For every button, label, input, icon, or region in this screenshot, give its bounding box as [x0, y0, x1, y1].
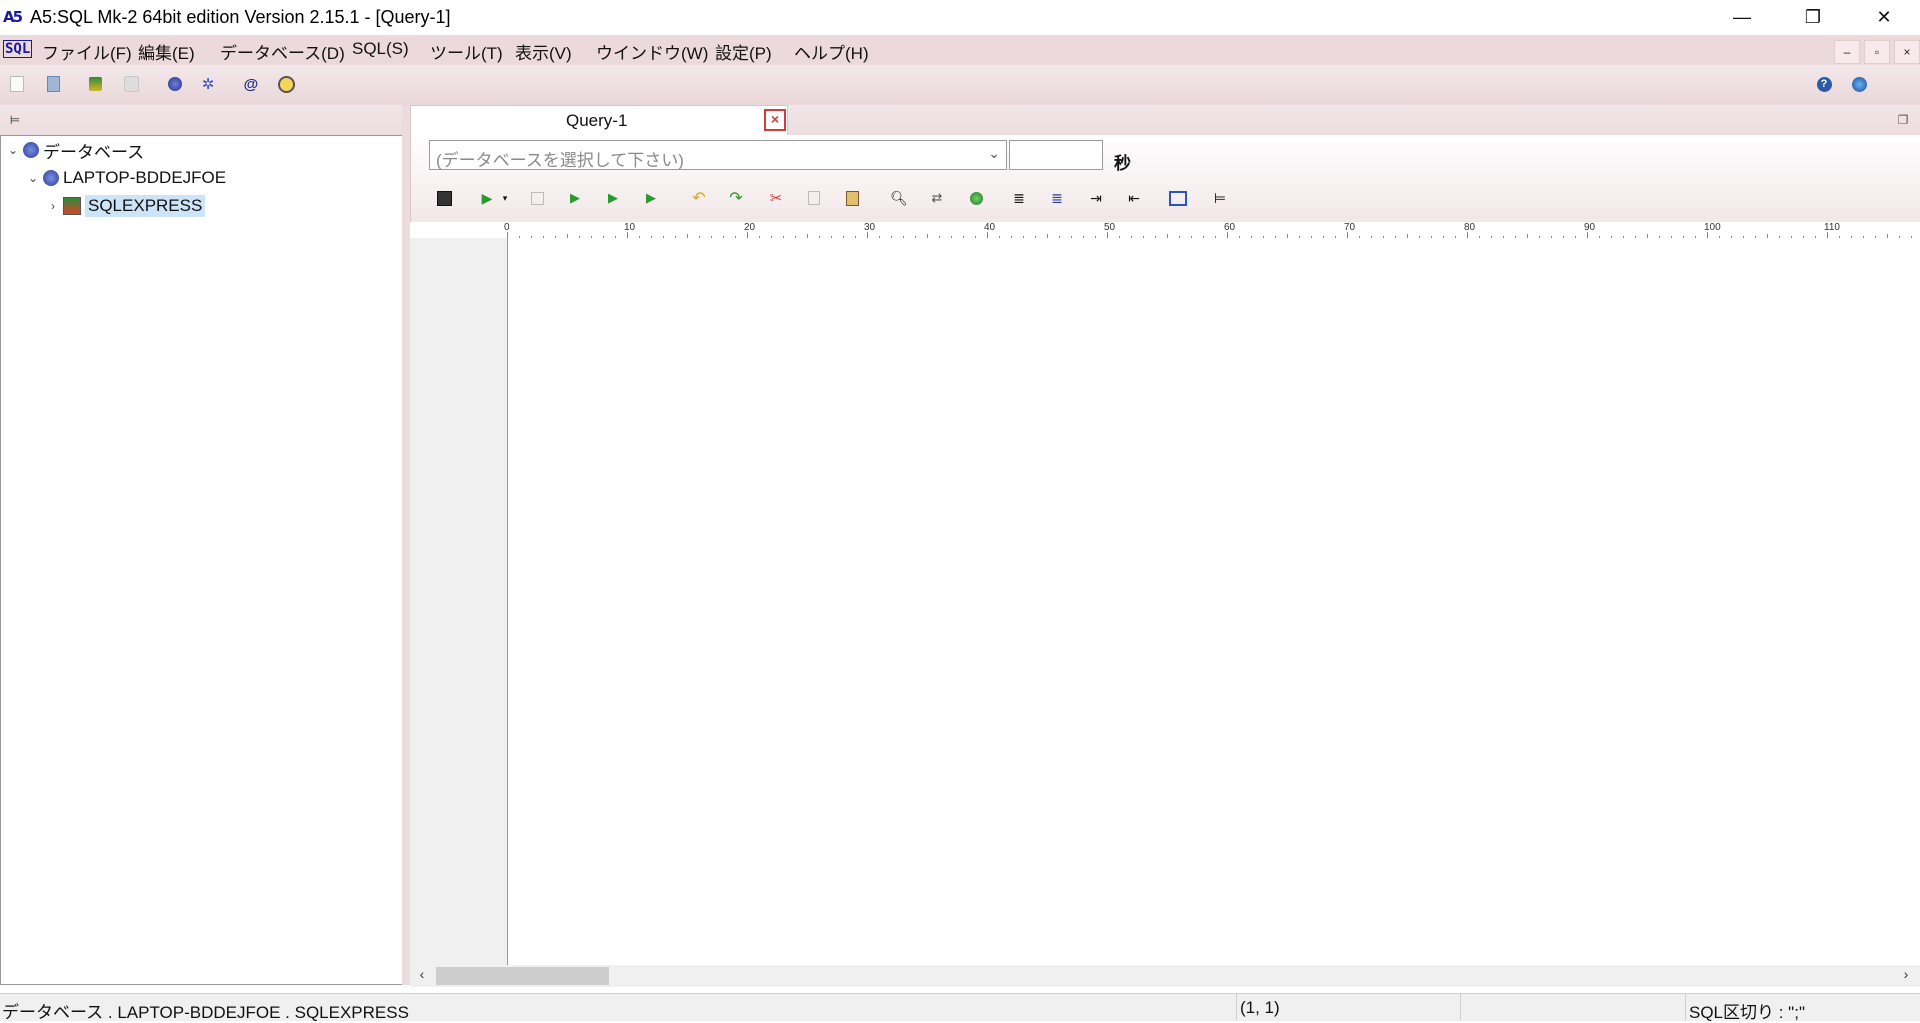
db-disconnect-icon[interactable] — [122, 75, 140, 93]
chevron-down-icon[interactable]: ⌄ — [988, 145, 1000, 162]
status-cursor-position: (1, 1) — [1240, 998, 1280, 1017]
menu-file[interactable]: ファイル(F) — [42, 39, 132, 64]
panel-splitter[interactable] — [402, 105, 410, 985]
new-icon[interactable] — [8, 75, 26, 93]
run-csv-icon[interactable]: ▶ — [604, 189, 622, 207]
window-list-icon[interactable]: ❐ — [1894, 111, 1912, 129]
menu-database[interactable]: データベース(D) — [220, 39, 345, 64]
save-icon[interactable] — [435, 189, 453, 207]
status-path: データベース . LAPTOP-BDDEJFOE . SQLEXPRESS — [2, 1003, 409, 1022]
mdi-minimize-button[interactable]: – — [1834, 40, 1860, 64]
timeout-unit-label: 秒 — [1114, 154, 1131, 173]
close-icon[interactable]: × — [764, 109, 786, 131]
globe-icon[interactable] — [1850, 75, 1868, 93]
ruler-label: 30 — [864, 222, 876, 233]
tree-label-root: データベース — [43, 142, 145, 162]
redo-icon[interactable]: ↷ — [727, 189, 745, 207]
chevron-right-icon[interactable]: › — [45, 199, 61, 213]
menu-edit[interactable]: 編集(E) — [138, 39, 195, 64]
help-icon[interactable]: ? — [1815, 75, 1833, 93]
copy-icon[interactable] — [805, 189, 823, 207]
run-rdb-icon[interactable]: ▶ — [566, 189, 584, 207]
ruler-label: 10 — [624, 222, 636, 233]
mdi-close-button[interactable]: × — [1894, 40, 1920, 64]
outdent-icon[interactable]: ⇤ — [1125, 189, 1143, 207]
query-panel: (データベースを選択して下さい) ⌄ 秒 ▶ ▾ ▶ ▶ ▶ ↶ ↷ ✂ 🔍︎ … — [410, 135, 1920, 225]
horizontal-scrollbar[interactable]: ‹ › — [410, 965, 1920, 987]
tab-strip: Query-1 × ❐ — [410, 105, 1920, 136]
chevron-right-icon[interactable]: › — [1896, 966, 1916, 986]
tree-node-instance[interactable]: › SQLEXPRESS — [45, 194, 206, 218]
gear-icon[interactable]: ✲ — [199, 75, 217, 93]
email-icon[interactable]: @ — [242, 75, 260, 93]
instance-icon — [63, 197, 81, 215]
database-tree[interactable]: ⌄ データベース ⌄ LAPTOP-BDDEJFOE › SQLEXPRESS — [0, 135, 403, 985]
chevron-down-icon[interactable]: ⌄ — [5, 143, 21, 157]
database-select[interactable]: (データベースを選択して下さい) ⌄ — [429, 140, 1007, 170]
explain-icon[interactable]: ▶ — [642, 189, 660, 207]
ruler-label: 60 — [1224, 222, 1236, 233]
cut-icon[interactable]: ✂ — [767, 189, 785, 207]
sql-editor[interactable] — [508, 238, 1920, 966]
tree-label-server: LAPTOP-BDDEJFOE — [63, 168, 227, 187]
timeout-input[interactable] — [1009, 140, 1103, 170]
ruler-label: 70 — [1344, 222, 1356, 233]
tree-label-instance: SQLEXPRESS — [85, 195, 206, 217]
menu-bar: SQL ファイル(F) 編集(E) データベース(D) SQL(S) ツール(T… — [0, 35, 1920, 65]
indent-icon[interactable]: ⇥ — [1087, 189, 1105, 207]
tab-query-1[interactable]: Query-1 × — [410, 105, 788, 136]
open-icon[interactable] — [44, 75, 62, 93]
title-bar: A5 A5:SQL Mk-2 64bit edition Version 2.1… — [0, 0, 1920, 35]
ruler-label: 20 — [744, 222, 756, 233]
ruler-label: 80 — [1464, 222, 1476, 233]
database-select-value: (データベースを選択して下さい) — [436, 151, 684, 170]
align-icon[interactable]: ≣ — [1010, 189, 1028, 207]
wrap-icon[interactable]: ≣ — [1048, 189, 1066, 207]
scrollbar-thumb[interactable] — [436, 967, 609, 985]
menu-settings[interactable]: 設定(P) — [715, 39, 772, 64]
jump-icon[interactable] — [967, 189, 985, 207]
app-logo: A5 — [3, 8, 23, 26]
main-toolbar: ✲ @ ? — [0, 65, 1920, 105]
menu-tools[interactable]: ツール(T) — [430, 39, 503, 64]
ruler-label: 40 — [984, 222, 996, 233]
stop-icon[interactable] — [528, 189, 546, 207]
window-title: A5:SQL Mk-2 64bit edition Version 2.15.1… — [30, 7, 451, 27]
sql-logo-icon: SQL — [3, 40, 33, 58]
menu-view[interactable]: 表示(V) — [515, 39, 572, 64]
minimize-button[interactable]: — — [1713, 0, 1771, 35]
db-connect-icon[interactable] — [86, 75, 104, 93]
restore-button[interactable]: ❐ — [1784, 0, 1842, 35]
menu-help[interactable]: ヘルプ(H) — [794, 39, 869, 64]
menu-window[interactable]: ウインドウ(W) — [596, 39, 708, 64]
paste-icon[interactable] — [843, 189, 861, 207]
line-number-gutter — [410, 238, 508, 966]
tree-panel-header: ⊨ — [0, 105, 405, 135]
chevron-down-icon[interactable]: ▾ — [496, 189, 514, 207]
chevron-down-icon[interactable]: ⌄ — [25, 171, 41, 185]
find-icon[interactable]: 🔍︎ — [890, 189, 908, 207]
outline-icon[interactable]: ⊨ — [1211, 189, 1229, 207]
status-delimiter: SQL区切り : ";" — [1689, 1003, 1805, 1022]
chevron-left-icon[interactable]: ‹ — [412, 966, 432, 986]
undo-icon[interactable]: ↶ — [690, 189, 708, 207]
status-bar: データベース . LAPTOP-BDDEJFOE . SQLEXPRESS (1… — [0, 993, 1920, 1022]
editor-ruler: 0 10 20 30 40 50 60 70 80 90 100 110 — [410, 222, 1920, 239]
database-icon[interactable] — [166, 75, 184, 93]
ruler-label: 90 — [1584, 222, 1596, 233]
tree-view-icon[interactable]: ⊨ — [6, 111, 24, 129]
server-icon — [43, 170, 59, 186]
close-button[interactable]: ✕ — [1855, 0, 1913, 35]
format-icon[interactable] — [1169, 189, 1187, 207]
ruler-label: 50 — [1104, 222, 1116, 233]
database-icon — [23, 142, 39, 158]
tree-node-root[interactable]: ⌄ データベース — [5, 138, 144, 162]
tree-node-server[interactable]: ⌄ LAPTOP-BDDEJFOE — [25, 166, 226, 190]
menu-sql[interactable]: SQL(S) — [352, 39, 409, 59]
mdi-restore-button[interactable]: ▫ — [1864, 40, 1890, 64]
run-icon[interactable]: ▶ — [478, 189, 496, 207]
replace-icon[interactable]: ⇄ — [928, 189, 946, 207]
clock-icon[interactable] — [277, 75, 295, 93]
tab-label: Query-1 — [566, 111, 628, 130]
